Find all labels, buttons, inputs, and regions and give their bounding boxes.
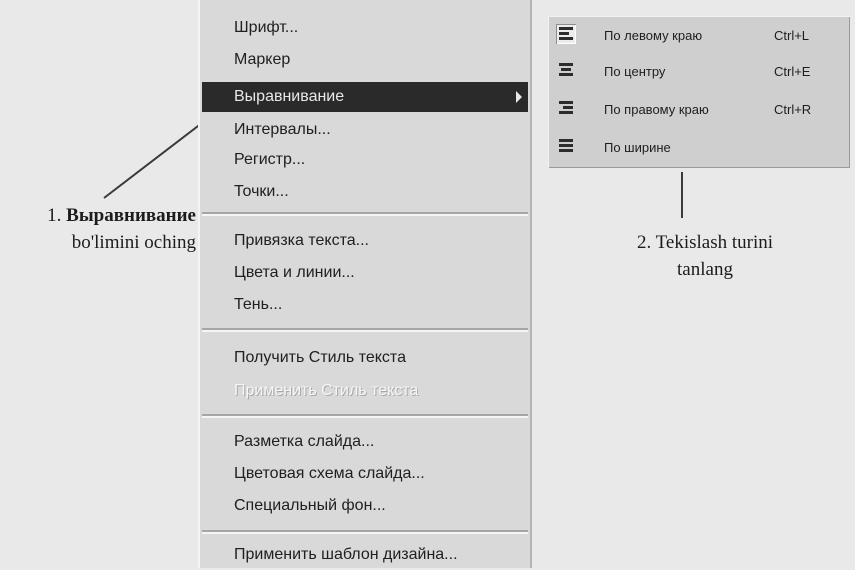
callout-step1-bold: Выравнивание — [66, 205, 196, 226]
menu-item-alignment[interactable]: Выравнивание — [202, 82, 528, 112]
menu-item-marker[interactable]: Маркер — [198, 45, 532, 75]
menu-item-label: Интервалы... — [234, 121, 331, 138]
menu-item-label: Привязка текста... — [234, 232, 369, 249]
submenu-item-shortcut: Ctrl+E — [774, 64, 811, 79]
menu-item-pick-up-text-style[interactable]: Получить Стиль текста — [198, 343, 532, 373]
align-right-icon — [556, 98, 576, 118]
menu-item-shadow[interactable]: Тень... — [198, 290, 532, 320]
submenu-item-align-left[interactable]: По левому краю Ctrl+L — [548, 18, 850, 52]
menu-item-colors-lines[interactable]: Цвета и линии... — [198, 258, 532, 288]
callout-step1-prefix: 1. — [47, 205, 67, 226]
menu-separator — [202, 414, 528, 418]
menu-item-apply-design-template[interactable]: Применить шаблон дизайна... — [198, 540, 532, 570]
callout-step2-line2: tanlang — [677, 259, 733, 280]
menu-separator — [202, 328, 528, 332]
menu-separator — [202, 530, 528, 534]
menu-item-label: Специальный фон... — [234, 497, 386, 514]
menu-item-apply-text-style: Применить Стиль текста — [198, 376, 532, 406]
context-menu: Шрифт... Маркер Выравнивание Интервалы..… — [198, 0, 532, 568]
submenu-item-label: По ширине — [604, 140, 671, 155]
submenu-item-shortcut: Ctrl+R — [774, 102, 812, 117]
menu-item-custom-background[interactable]: Специальный фон... — [198, 491, 532, 521]
menu-item-bullets[interactable]: Точки... — [198, 177, 532, 207]
submenu-item-shortcut: Ctrl+L — [774, 28, 810, 43]
submenu-item-justify[interactable]: По ширине — [548, 130, 850, 164]
submenu-arrow-icon — [516, 91, 522, 103]
callout-step2-line1: 2. Tekislash turini — [636, 232, 774, 253]
align-justify-icon — [556, 136, 576, 156]
callout-step1-rest: bo'limini oching — [71, 232, 196, 253]
alignment-submenu: По левому краю Ctrl+L По центру Ctrl+E П… — [548, 16, 850, 168]
menu-item-label: Применить шаблон дизайна... — [234, 546, 458, 563]
submenu-item-align-center[interactable]: По центру Ctrl+E — [548, 54, 850, 88]
menu-item-label: Цвета и линии... — [234, 264, 355, 281]
menu-item-label: Маркер — [234, 51, 291, 68]
menu-item-slide-layout[interactable]: Разметка слайда... — [198, 427, 532, 457]
menu-item-slide-color-scheme[interactable]: Цветовая схема слайда... — [198, 459, 532, 489]
align-left-icon — [556, 24, 576, 44]
callout-step-2: 2. Tekislash turini tanlang — [590, 229, 820, 283]
menu-separator — [202, 212, 528, 216]
menu-item-label: Шрифт... — [234, 19, 299, 36]
submenu-item-label: По центру — [604, 64, 666, 79]
menu-item-font[interactable]: Шрифт... — [198, 13, 532, 43]
menu-item-label: Применить Стиль текста — [234, 382, 419, 399]
menu-item-case[interactable]: Регистр... — [198, 145, 532, 175]
submenu-item-label: По левому краю — [604, 28, 703, 43]
submenu-item-label: По правому краю — [604, 102, 709, 117]
menu-item-label: Тень... — [234, 296, 283, 313]
menu-item-label: Регистр... — [234, 151, 306, 168]
menu-item-label: Разметка слайда... — [234, 433, 375, 450]
menu-item-label: Цветовая схема слайда... — [234, 465, 425, 482]
callout-step-1: 1. Выравнивание bo'limini oching — [6, 202, 196, 256]
align-center-icon — [556, 60, 576, 80]
menu-item-label: Выравнивание — [234, 88, 345, 105]
menu-item-intervals[interactable]: Интервалы... — [198, 115, 532, 145]
menu-item-text-anchor[interactable]: Привязка текста... — [198, 226, 532, 256]
submenu-item-align-right[interactable]: По правому краю Ctrl+R — [548, 92, 850, 126]
menu-item-label: Точки... — [234, 183, 289, 200]
menu-item-label: Получить Стиль текста — [234, 349, 406, 366]
